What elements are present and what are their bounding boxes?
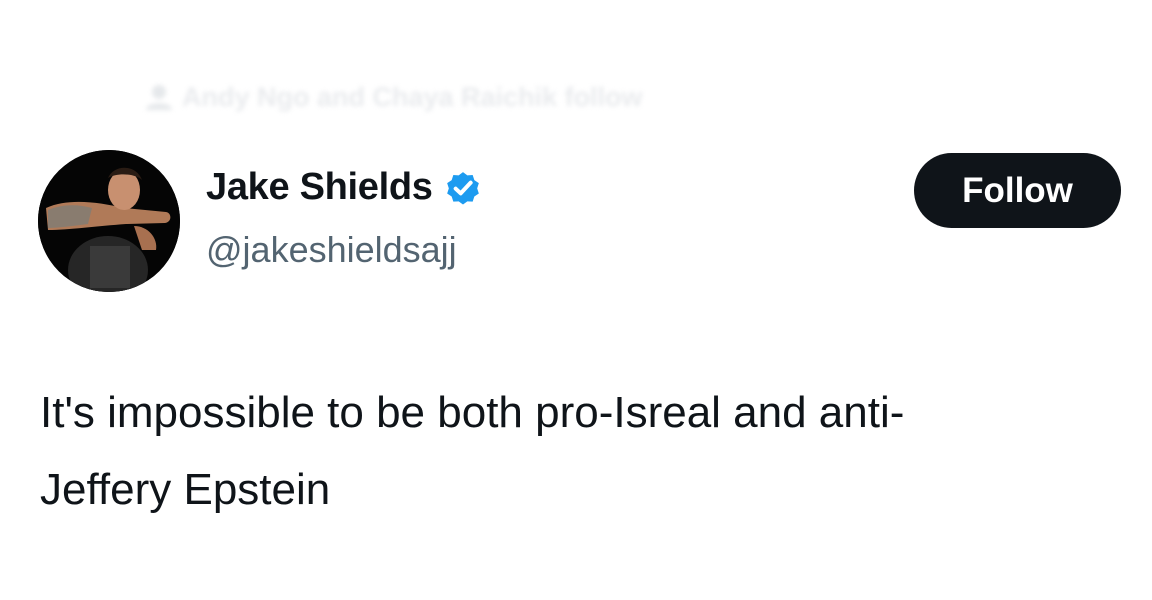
avatar[interactable] xyxy=(38,150,180,292)
tweet-text-line: Jeffery Epstein xyxy=(40,465,331,514)
avatar-photo xyxy=(38,150,180,292)
verified-badge-icon[interactable] xyxy=(443,168,483,208)
tweet-text-line: It's impossible to be both pro-Isreal an… xyxy=(40,388,905,437)
person-icon xyxy=(146,85,172,110)
tweet-text: It's impossible to be both pro-Isreal an… xyxy=(40,374,1130,528)
follow-button[interactable]: Follow xyxy=(914,153,1121,228)
social-context: Andy Ngo and Chaya Raichik follow xyxy=(144,82,643,112)
author-name-row: Jake Shields xyxy=(206,166,483,209)
tweet-card: Andy Ngo and Chaya Raichik follow Jake S… xyxy=(0,0,1152,600)
author-name[interactable]: Jake Shields xyxy=(206,166,433,209)
author-handle[interactable]: @jakeshieldsajj xyxy=(206,229,457,271)
social-context-text[interactable]: Andy Ngo and Chaya Raichik follow xyxy=(182,82,643,113)
